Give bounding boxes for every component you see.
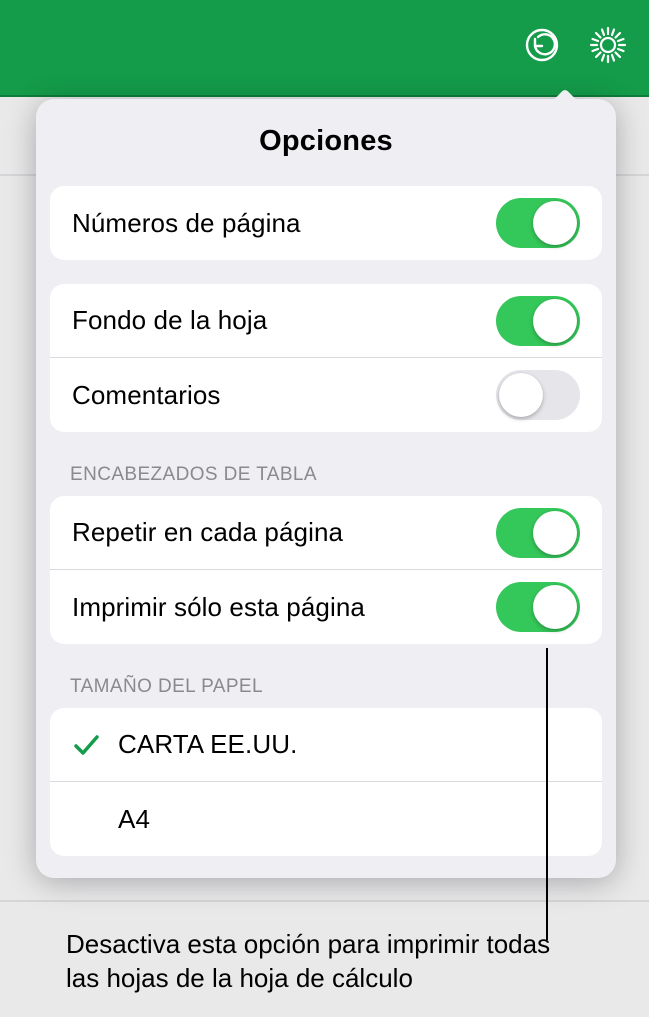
option-row-repeat-each-page: Repetir en cada página <box>50 496 602 570</box>
toggle-page-numbers[interactable] <box>496 198 580 248</box>
paper-size-group: CARTA EE.UU. A4 <box>50 708 602 856</box>
undo-button[interactable] <box>519 25 565 71</box>
toggle-print-only-this-page[interactable] <box>496 582 580 632</box>
callout-leader-line <box>546 648 548 940</box>
toggle-comments[interactable] <box>496 370 580 420</box>
checkmark-icon <box>72 731 116 759</box>
option-label: Repetir en cada página <box>72 517 496 548</box>
option-label: Fondo de la hoja <box>72 305 496 336</box>
paper-size-label: A4 <box>116 804 580 835</box>
option-group: Repetir en cada página Imprimir sólo est… <box>50 496 602 644</box>
popover-body: Opciones Números de página Fondo de la h… <box>36 99 616 878</box>
option-label: Números de página <box>72 208 496 239</box>
settings-button[interactable] <box>585 25 631 71</box>
option-row-print-only-this-page: Imprimir sólo esta página <box>50 570 602 644</box>
background-line <box>0 900 649 902</box>
paper-size-option-us-letter[interactable]: CARTA EE.UU. <box>50 708 602 782</box>
gear-icon <box>588 25 628 70</box>
popover-title: Opciones <box>36 99 616 186</box>
section-header-table-headers: ENCABEZADOS DE TABLA <box>36 456 616 496</box>
paper-size-label: CARTA EE.UU. <box>116 729 580 760</box>
toggle-repeat-each-page[interactable] <box>496 508 580 558</box>
screen: Opciones Números de página Fondo de la h… <box>0 0 649 1017</box>
option-row-page-numbers: Números de página <box>50 186 602 260</box>
option-group: Fondo de la hoja Comentarios <box>50 284 602 432</box>
paper-size-option-a4[interactable]: A4 <box>50 782 602 856</box>
section-header-paper-size: TAMAÑO DEL PAPEL <box>36 668 616 708</box>
option-label: Comentarios <box>72 380 496 411</box>
toggle-sheet-background[interactable] <box>496 296 580 346</box>
option-row-sheet-background: Fondo de la hoja <box>50 284 602 358</box>
option-group: Números de página <box>50 186 602 260</box>
top-toolbar <box>0 0 649 97</box>
option-row-comments: Comentarios <box>50 358 602 432</box>
options-popover: Opciones Números de página Fondo de la h… <box>36 99 616 878</box>
option-label: Imprimir sólo esta página <box>72 592 496 623</box>
undo-icon <box>522 25 562 70</box>
popover-arrow <box>552 89 578 103</box>
callout-text: Desactiva esta opción para imprimir toda… <box>66 928 586 996</box>
